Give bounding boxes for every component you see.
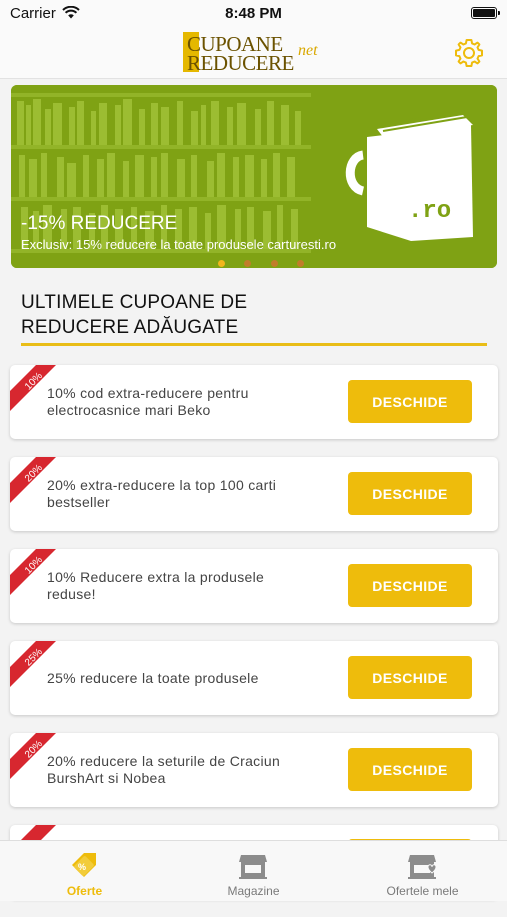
battery-icon: [471, 7, 500, 19]
carousel-dot-1[interactable]: [218, 260, 225, 267]
tab-bar: % Oferte Magazine Ofertele mele: [0, 840, 507, 901]
favorite-store-icon: [408, 855, 437, 879]
mug-text: .ro: [408, 198, 451, 225]
app-logo: CUPOANE REDUCERE net: [183, 32, 325, 75]
coupon-card[interactable]: 10% 10% Reducere extra la produsele redu…: [10, 549, 498, 623]
nav-bar: CUPOANE REDUCERE net: [0, 28, 507, 79]
open-coupon-button[interactable]: DESCHIDE: [348, 748, 472, 791]
coupon-card[interactable]: 25% 25% reducere la toate produsele DESC…: [10, 641, 498, 715]
coupon-card[interactable]: 20% 20% reducere la seturile de Craciun …: [10, 733, 498, 807]
section-divider: [21, 343, 487, 346]
carousel-dots[interactable]: [218, 254, 319, 268]
coupon-description: 20% extra-reducere la top 100 carti best…: [47, 477, 277, 510]
tab-label-magazine: Magazine: [227, 884, 280, 898]
tab-magazine[interactable]: Magazine: [169, 841, 338, 901]
logo-suffix: net: [298, 42, 318, 59]
coupon-tag-icon: %: [72, 853, 96, 877]
carousel-dot-3[interactable]: [270, 260, 278, 267]
store-icon: [239, 855, 267, 879]
section-title: ULTIMELE CUPOANE DE REDUCERE ADĂUGATE: [21, 292, 248, 338]
svg-text:%: %: [78, 862, 86, 872]
carousel-dot-4[interactable]: [297, 260, 305, 267]
tab-label-ofertele-mele: Ofertele mele: [386, 884, 459, 898]
coupon-list: 10% 10% cod extra-reducere pentru electr…: [10, 365, 498, 917]
banner-title: -15% REDUCERE: [21, 213, 178, 234]
open-coupon-button[interactable]: DESCHIDE: [348, 472, 472, 515]
status-time: 8:48 PM: [225, 5, 282, 22]
carousel-dot-2[interactable]: [244, 260, 252, 267]
promo-banner[interactable]: .ro -15% REDUCERE Exclusiv: 15% reducere…: [11, 85, 497, 268]
banner-subtitle: Exclusiv: 15% reducere la toate produsel…: [21, 237, 337, 252]
tab-label-oferte: Oferte: [66, 884, 103, 898]
open-coupon-button[interactable]: DESCHIDE: [348, 656, 472, 699]
open-coupon-button[interactable]: DESCHIDE: [348, 380, 472, 423]
open-coupon-button[interactable]: DESCHIDE: [348, 564, 472, 607]
coupon-card[interactable]: 20% 20% extra-reducere la top 100 carti …: [10, 457, 498, 531]
tab-ofertele-mele[interactable]: Ofertele mele: [338, 841, 507, 901]
coupon-card[interactable]: 10% 10% cod extra-reducere pentru electr…: [10, 365, 498, 439]
mug-label: .ro: [408, 198, 451, 225]
coupon-description: 25% reducere la toate produsele: [47, 670, 259, 686]
coupon-description: 20% reducere la seturile de Craciun Burs…: [47, 753, 281, 786]
logo-line2: REDUCERE: [187, 51, 294, 75]
coupon-description: 10% Reducere extra la produsele reduse!: [47, 569, 265, 602]
status-bar: Carrier 8:48 PM: [0, 0, 507, 28]
coupon-description: 10% cod extra-reducere pentru electrocas…: [47, 385, 249, 418]
gear-icon[interactable]: [453, 37, 485, 69]
tab-oferte[interactable]: % Oferte: [0, 841, 169, 901]
